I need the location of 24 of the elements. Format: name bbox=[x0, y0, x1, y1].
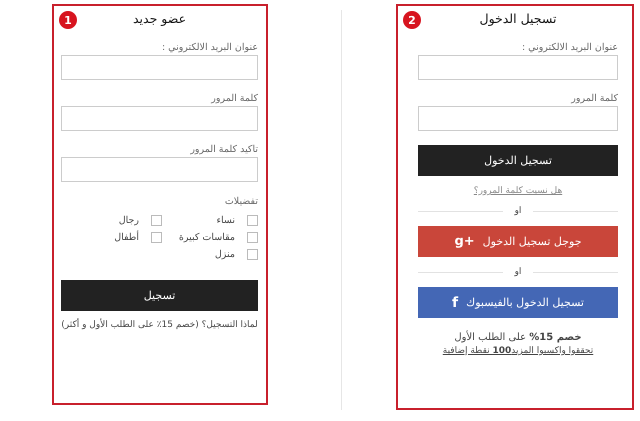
panel-title: عضو جديد bbox=[132, 11, 186, 26]
preference-checkbox[interactable]: مقاسات كبيرة bbox=[162, 232, 258, 243]
preference-checkbox[interactable]: نساء bbox=[162, 215, 258, 226]
preferences-label: تفضيلات bbox=[224, 196, 258, 208]
field-label: عنوان البريد الالكتروني : bbox=[162, 42, 258, 54]
discount-text: خصم 15% على الطلب الأول bbox=[454, 332, 582, 343]
preference-checkbox[interactable]: رجال bbox=[66, 215, 162, 226]
panel-title: تسجيل الدخول bbox=[479, 11, 557, 26]
register-button[interactable]: تسجيل bbox=[61, 280, 258, 311]
google-plus-icon: g+ bbox=[454, 234, 475, 249]
preference-checkbox[interactable]: أطفال bbox=[66, 232, 162, 243]
field-label: كلمة المرور bbox=[211, 93, 258, 105]
or-separator: او bbox=[514, 206, 522, 216]
forgot-password-link[interactable]: هل نسيت كلمة المرور؟ bbox=[474, 186, 562, 196]
or-separator: او bbox=[514, 267, 522, 277]
field-label: تاكيد كلمة المرور bbox=[190, 144, 258, 156]
preference-checkbox[interactable]: منزل bbox=[162, 249, 258, 260]
facebook-icon: f bbox=[452, 294, 458, 310]
field-label: كلمة المرور bbox=[571, 93, 618, 105]
step-badge: 1 bbox=[59, 11, 77, 29]
field-label: عنوان البريد الالكتروني : bbox=[522, 42, 618, 54]
step-badge: 2 bbox=[403, 11, 421, 29]
login-button[interactable]: تسجيل الدخول bbox=[418, 145, 618, 176]
register-note: لماذا التسجيل؟ (خصم 15٪ على الطلب الأول و أكثر) bbox=[61, 320, 258, 330]
